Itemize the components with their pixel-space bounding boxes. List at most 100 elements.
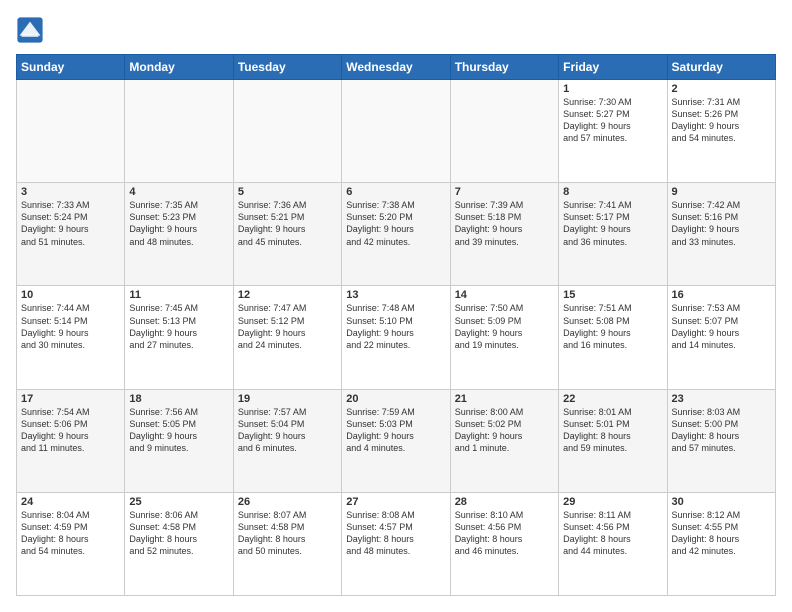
day-info: Sunrise: 7:59 AM Sunset: 5:03 PM Dayligh…: [346, 406, 445, 455]
day-cell-13: 13Sunrise: 7:48 AM Sunset: 5:10 PM Dayli…: [342, 286, 450, 389]
day-cell-17: 17Sunrise: 7:54 AM Sunset: 5:06 PM Dayli…: [17, 389, 125, 492]
day-cell-5: 5Sunrise: 7:36 AM Sunset: 5:21 PM Daylig…: [233, 183, 341, 286]
day-number: 14: [455, 289, 554, 301]
day-cell-27: 27Sunrise: 8:08 AM Sunset: 4:57 PM Dayli…: [342, 492, 450, 595]
day-cell-14: 14Sunrise: 7:50 AM Sunset: 5:09 PM Dayli…: [450, 286, 558, 389]
day-cell-26: 26Sunrise: 8:07 AM Sunset: 4:58 PM Dayli…: [233, 492, 341, 595]
day-cell-2: 2Sunrise: 7:31 AM Sunset: 5:26 PM Daylig…: [667, 80, 775, 183]
day-number: 27: [346, 496, 445, 508]
day-number: 20: [346, 393, 445, 405]
day-header-saturday: Saturday: [667, 55, 775, 80]
day-number: 22: [563, 393, 662, 405]
day-cell-22: 22Sunrise: 8:01 AM Sunset: 5:01 PM Dayli…: [559, 389, 667, 492]
week-row-3: 17Sunrise: 7:54 AM Sunset: 5:06 PM Dayli…: [17, 389, 776, 492]
day-cell-8: 8Sunrise: 7:41 AM Sunset: 5:17 PM Daylig…: [559, 183, 667, 286]
day-number: 21: [455, 393, 554, 405]
day-number: 2: [672, 83, 771, 95]
day-info: Sunrise: 8:07 AM Sunset: 4:58 PM Dayligh…: [238, 509, 337, 558]
day-number: 25: [129, 496, 228, 508]
day-number: 3: [21, 186, 120, 198]
day-number: 15: [563, 289, 662, 301]
logo-icon: [16, 16, 44, 44]
day-header-tuesday: Tuesday: [233, 55, 341, 80]
day-cell-23: 23Sunrise: 8:03 AM Sunset: 5:00 PM Dayli…: [667, 389, 775, 492]
day-number: 9: [672, 186, 771, 198]
week-row-1: 3Sunrise: 7:33 AM Sunset: 5:24 PM Daylig…: [17, 183, 776, 286]
day-cell-11: 11Sunrise: 7:45 AM Sunset: 5:13 PM Dayli…: [125, 286, 233, 389]
day-cell-10: 10Sunrise: 7:44 AM Sunset: 5:14 PM Dayli…: [17, 286, 125, 389]
day-info: Sunrise: 8:06 AM Sunset: 4:58 PM Dayligh…: [129, 509, 228, 558]
day-info: Sunrise: 7:50 AM Sunset: 5:09 PM Dayligh…: [455, 302, 554, 351]
day-number: 24: [21, 496, 120, 508]
day-info: Sunrise: 7:30 AM Sunset: 5:27 PM Dayligh…: [563, 96, 662, 145]
day-header-sunday: Sunday: [17, 55, 125, 80]
day-number: 6: [346, 186, 445, 198]
day-number: 19: [238, 393, 337, 405]
day-cell-28: 28Sunrise: 8:10 AM Sunset: 4:56 PM Dayli…: [450, 492, 558, 595]
day-number: 28: [455, 496, 554, 508]
day-cell-19: 19Sunrise: 7:57 AM Sunset: 5:04 PM Dayli…: [233, 389, 341, 492]
calendar-table: SundayMondayTuesdayWednesdayThursdayFrid…: [16, 54, 776, 596]
day-info: Sunrise: 8:04 AM Sunset: 4:59 PM Dayligh…: [21, 509, 120, 558]
day-number: 10: [21, 289, 120, 301]
day-info: Sunrise: 8:08 AM Sunset: 4:57 PM Dayligh…: [346, 509, 445, 558]
day-number: 30: [672, 496, 771, 508]
day-cell-9: 9Sunrise: 7:42 AM Sunset: 5:16 PM Daylig…: [667, 183, 775, 286]
empty-cell: [342, 80, 450, 183]
day-info: Sunrise: 7:51 AM Sunset: 5:08 PM Dayligh…: [563, 302, 662, 351]
day-info: Sunrise: 7:57 AM Sunset: 5:04 PM Dayligh…: [238, 406, 337, 455]
day-info: Sunrise: 7:56 AM Sunset: 5:05 PM Dayligh…: [129, 406, 228, 455]
day-cell-21: 21Sunrise: 8:00 AM Sunset: 5:02 PM Dayli…: [450, 389, 558, 492]
week-row-0: 1Sunrise: 7:30 AM Sunset: 5:27 PM Daylig…: [17, 80, 776, 183]
day-info: Sunrise: 7:48 AM Sunset: 5:10 PM Dayligh…: [346, 302, 445, 351]
day-info: Sunrise: 7:42 AM Sunset: 5:16 PM Dayligh…: [672, 199, 771, 248]
day-header-wednesday: Wednesday: [342, 55, 450, 80]
day-cell-29: 29Sunrise: 8:11 AM Sunset: 4:56 PM Dayli…: [559, 492, 667, 595]
day-info: Sunrise: 7:53 AM Sunset: 5:07 PM Dayligh…: [672, 302, 771, 351]
day-info: Sunrise: 7:38 AM Sunset: 5:20 PM Dayligh…: [346, 199, 445, 248]
day-info: Sunrise: 8:12 AM Sunset: 4:55 PM Dayligh…: [672, 509, 771, 558]
day-number: 5: [238, 186, 337, 198]
empty-cell: [233, 80, 341, 183]
day-info: Sunrise: 7:45 AM Sunset: 5:13 PM Dayligh…: [129, 302, 228, 351]
day-cell-16: 16Sunrise: 7:53 AM Sunset: 5:07 PM Dayli…: [667, 286, 775, 389]
day-header-monday: Monday: [125, 55, 233, 80]
day-info: Sunrise: 7:47 AM Sunset: 5:12 PM Dayligh…: [238, 302, 337, 351]
empty-cell: [125, 80, 233, 183]
empty-cell: [17, 80, 125, 183]
day-header-friday: Friday: [559, 55, 667, 80]
day-number: 16: [672, 289, 771, 301]
day-cell-18: 18Sunrise: 7:56 AM Sunset: 5:05 PM Dayli…: [125, 389, 233, 492]
day-info: Sunrise: 7:36 AM Sunset: 5:21 PM Dayligh…: [238, 199, 337, 248]
day-info: Sunrise: 7:33 AM Sunset: 5:24 PM Dayligh…: [21, 199, 120, 248]
page: SundayMondayTuesdayWednesdayThursdayFrid…: [0, 0, 792, 612]
header: [16, 16, 776, 44]
day-cell-30: 30Sunrise: 8:12 AM Sunset: 4:55 PM Dayli…: [667, 492, 775, 595]
calendar-header-row: SundayMondayTuesdayWednesdayThursdayFrid…: [17, 55, 776, 80]
day-cell-20: 20Sunrise: 7:59 AM Sunset: 5:03 PM Dayli…: [342, 389, 450, 492]
day-cell-1: 1Sunrise: 7:30 AM Sunset: 5:27 PM Daylig…: [559, 80, 667, 183]
day-info: Sunrise: 7:31 AM Sunset: 5:26 PM Dayligh…: [672, 96, 771, 145]
day-info: Sunrise: 7:41 AM Sunset: 5:17 PM Dayligh…: [563, 199, 662, 248]
day-number: 17: [21, 393, 120, 405]
day-header-thursday: Thursday: [450, 55, 558, 80]
day-info: Sunrise: 8:03 AM Sunset: 5:00 PM Dayligh…: [672, 406, 771, 455]
day-info: Sunrise: 7:35 AM Sunset: 5:23 PM Dayligh…: [129, 199, 228, 248]
week-row-2: 10Sunrise: 7:44 AM Sunset: 5:14 PM Dayli…: [17, 286, 776, 389]
day-number: 8: [563, 186, 662, 198]
day-cell-7: 7Sunrise: 7:39 AM Sunset: 5:18 PM Daylig…: [450, 183, 558, 286]
day-cell-24: 24Sunrise: 8:04 AM Sunset: 4:59 PM Dayli…: [17, 492, 125, 595]
day-number: 4: [129, 186, 228, 198]
day-cell-4: 4Sunrise: 7:35 AM Sunset: 5:23 PM Daylig…: [125, 183, 233, 286]
day-cell-6: 6Sunrise: 7:38 AM Sunset: 5:20 PM Daylig…: [342, 183, 450, 286]
day-number: 18: [129, 393, 228, 405]
day-info: Sunrise: 8:10 AM Sunset: 4:56 PM Dayligh…: [455, 509, 554, 558]
day-info: Sunrise: 8:01 AM Sunset: 5:01 PM Dayligh…: [563, 406, 662, 455]
day-cell-3: 3Sunrise: 7:33 AM Sunset: 5:24 PM Daylig…: [17, 183, 125, 286]
week-row-4: 24Sunrise: 8:04 AM Sunset: 4:59 PM Dayli…: [17, 492, 776, 595]
day-cell-12: 12Sunrise: 7:47 AM Sunset: 5:12 PM Dayli…: [233, 286, 341, 389]
day-info: Sunrise: 8:11 AM Sunset: 4:56 PM Dayligh…: [563, 509, 662, 558]
day-number: 29: [563, 496, 662, 508]
day-cell-15: 15Sunrise: 7:51 AM Sunset: 5:08 PM Dayli…: [559, 286, 667, 389]
day-number: 1: [563, 83, 662, 95]
